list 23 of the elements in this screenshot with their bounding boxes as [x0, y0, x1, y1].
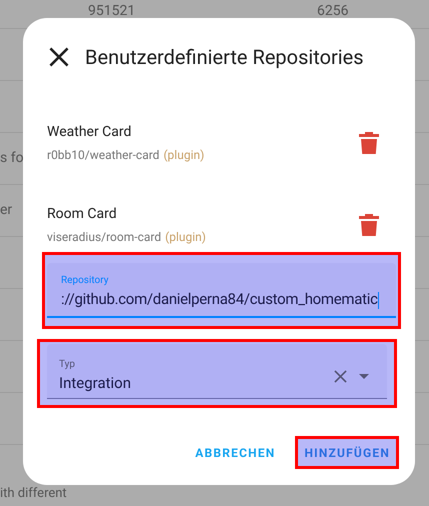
field-value: ://github.com/danielperna84/custom_homematic — [61, 289, 380, 310]
close-icon[interactable] — [49, 47, 69, 67]
field-value: Integration — [59, 373, 132, 394]
repository-name: Weather Card — [47, 123, 132, 142]
trash-icon[interactable] — [359, 131, 379, 155]
repository-category: (plugin) — [163, 147, 204, 164]
clear-icon[interactable] — [334, 370, 347, 382]
table-cell-text: s fo — [0, 149, 24, 168]
type-select[interactable]: Typ Integration — [47, 344, 387, 399]
repository-field[interactable]: Repository ://github.com/danielperna84/custom_homematic — [47, 263, 396, 318]
repository-path: viseradius/room-card — [47, 229, 162, 246]
field-label: Typ — [59, 358, 76, 372]
repository-category: (plugin) — [165, 229, 206, 246]
table-cell-text: 951521 — [88, 2, 136, 21]
field-label: Repository — [61, 274, 110, 288]
trash-icon[interactable] — [359, 213, 379, 237]
table-cell-text: er — [0, 201, 12, 220]
table-cell-text: 6256 — [317, 2, 348, 21]
dropdown-caret-icon[interactable] — [359, 374, 369, 378]
table-cell-text: ith different — [0, 485, 67, 504]
dialog-title: Benutzerdefinierte Repositories — [85, 44, 364, 71]
repository-name: Room Card — [47, 205, 118, 224]
repository-path: r0bb10/weather-card — [47, 147, 160, 164]
